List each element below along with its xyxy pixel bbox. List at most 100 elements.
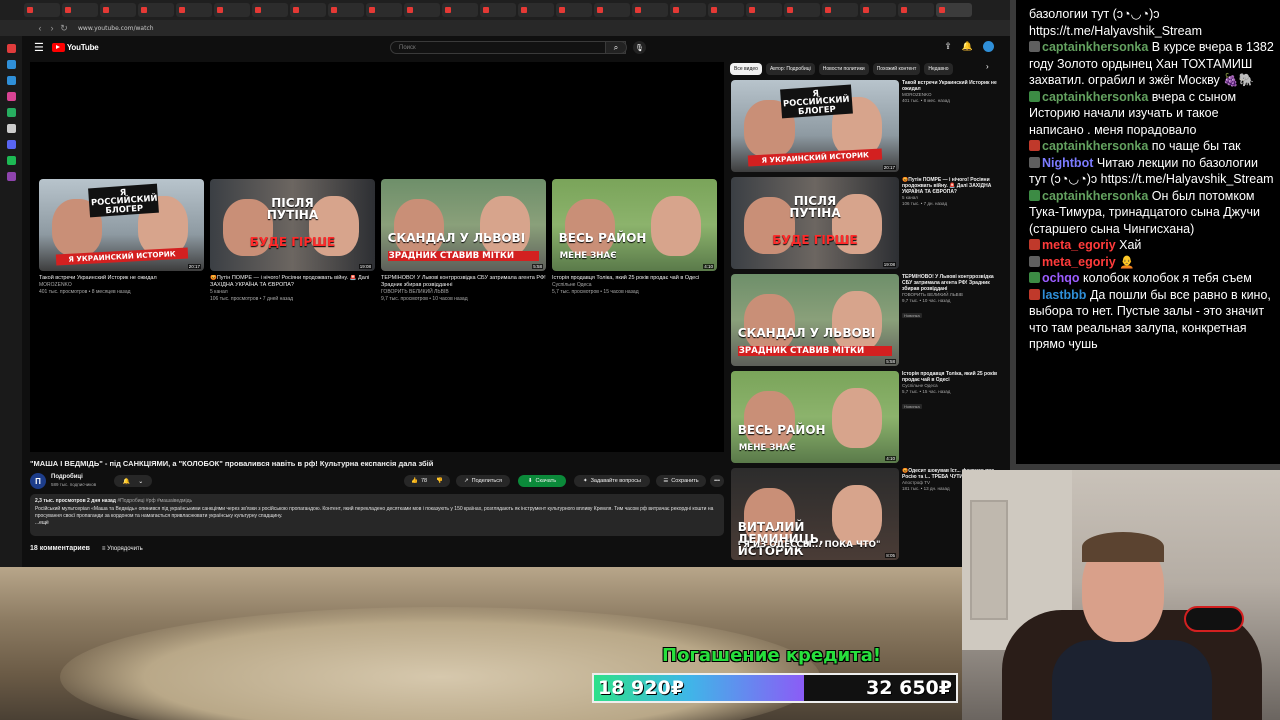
video-thumbnail[interactable]: Я РОССИЙСКИЙ БЛОГЕР Я УКРАИНСКИЙ ИСТОРИК 2… — [39, 179, 204, 271]
browser-tab[interactable] — [176, 3, 212, 17]
related-video[interactable]: ВЕСЬ РАЙОН МЕНЕ ЗНАЄ 4:10 Історія продавця … — [731, 371, 1001, 463]
related-video[interactable]: Я РОССИЙСКИЙ БЛОГЕР Я УКРАИНСКИЙ ИСТОРИК 2… — [731, 80, 1001, 172]
app-icon[interactable] — [6, 76, 16, 85]
youtube-logo[interactable]: YouTube — [51, 42, 99, 52]
reload-icon[interactable]: ↻ — [58, 23, 70, 34]
endscreen-channel[interactable]: ГОВОРИТЬ ВЕЛИКИЙ ЛЬВІВ — [381, 289, 546, 296]
browser-tab[interactable] — [442, 3, 478, 17]
browser-tab[interactable] — [518, 3, 554, 17]
related-title[interactable]: 😡Путін ПОМРЕ — і нічого! Росіяни продожв… — [902, 177, 999, 195]
filter-chip[interactable]: Похожий контент — [872, 63, 921, 75]
chevron-right-icon[interactable]: › — [986, 62, 989, 71]
endscreen-title[interactable]: ТЕРМІНОВО! У Львові контррозвідка СБУ за… — [381, 275, 546, 289]
chat-username[interactable]: meta_egoriy — [1042, 238, 1116, 252]
app-icon[interactable] — [6, 124, 16, 133]
search-button[interactable]: ⌕ — [605, 41, 627, 54]
filter-chip[interactable]: Недавно — [924, 63, 953, 75]
address-bar[interactable]: ‹ › ↻ www.youtube.com/watch — [0, 20, 1010, 36]
show-more-link[interactable]: ...ещё — [35, 520, 719, 526]
description-box[interactable]: 2,3 тыс. просмотров 2 дня назад #Подроби… — [30, 494, 724, 536]
hashtags[interactable]: #Подробиці #рф #машаіведмідь — [117, 498, 192, 504]
video-thumbnail[interactable]: ВИТАЛИЙ ДЕМИНИЦЬ, ИСТОРИК "Я ИЗ ОДЕССЫ...… — [731, 468, 899, 560]
endscreen-card[interactable]: ВЕСЬ РАЙОН МЕНЕ ЗНАЄ 4:10 Історія продавця … — [552, 179, 717, 296]
browser-tab[interactable] — [366, 3, 402, 17]
channel-name[interactable]: Подробиці — [51, 474, 83, 480]
app-icon[interactable] — [6, 156, 16, 165]
browser-tab[interactable] — [708, 3, 744, 17]
browser-tab[interactable] — [62, 3, 98, 17]
chat-username[interactable]: ochqo — [1042, 271, 1080, 285]
browser-tab[interactable] — [290, 3, 326, 17]
endscreen-card[interactable]: Я РОССИЙСКИЙ БЛОГЕР Я УКРАИНСКИЙ ИСТОРИК 2… — [39, 179, 204, 296]
sort-comments-button[interactable]: ≡ Упорядочить — [102, 546, 143, 552]
video-thumbnail[interactable]: Я РОССИЙСКИЙ БЛОГЕР Я УКРАИНСКИЙ ИСТОРИК 2… — [731, 80, 899, 172]
thumbs-down-icon[interactable]: 👎 — [436, 478, 443, 484]
subscribe-bell-button[interactable]: 🔔 ⌄ — [114, 475, 152, 487]
browser-tab[interactable] — [746, 3, 782, 17]
related-title[interactable]: Історія продавця Толіка, який 25 років п… — [902, 371, 999, 383]
app-icon[interactable] — [6, 108, 16, 117]
browser-tab[interactable] — [860, 3, 896, 17]
browser-tab[interactable] — [632, 3, 668, 17]
endscreen-title[interactable]: Історія продавця Толіка, який 25 років п… — [552, 275, 717, 282]
browser-tab[interactable] — [936, 3, 972, 17]
channel-avatar[interactable]: П — [30, 473, 46, 489]
video-thumbnail[interactable]: ВЕСЬ РАЙОН МЕНЕ ЗНАЄ 4:10 — [731, 371, 899, 463]
endscreen-channel[interactable]: 5 канал — [210, 289, 375, 296]
download-button[interactable]: ⬇ Скачать — [518, 475, 566, 487]
video-thumbnail[interactable]: ПІСЛЯ ПУТІНА БУДЕ ГІРШЕ 19:08 — [731, 177, 899, 269]
app-icon[interactable] — [6, 44, 16, 53]
browser-tab[interactable] — [556, 3, 592, 17]
browser-tab[interactable] — [822, 3, 858, 17]
share-button[interactable]: ↗ Поделиться — [456, 475, 510, 487]
chat-username[interactable]: meta_egoriy — [1042, 255, 1116, 269]
endscreen-card[interactable]: СКАНДАЛ У ЛЬВОВІ ЗРАДНИК СТАВИВ МІТКИ 5:58… — [381, 179, 546, 303]
browser-tab[interactable] — [24, 3, 60, 17]
related-video[interactable]: ВИТАЛИЙ ДЕМИНИЦЬ, ИСТОРИК "Я ИЗ ОДЕССЫ...… — [731, 468, 1001, 560]
related-video[interactable]: ПІСЛЯ ПУТІНА БУДЕ ГІРШЕ 19:08 😡Путін ПОМРЕ … — [731, 177, 1001, 269]
browser-tab[interactable] — [404, 3, 440, 17]
more-actions-button[interactable]: ••• — [710, 475, 724, 487]
browser-tab[interactable] — [252, 3, 288, 17]
browser-tab[interactable] — [328, 3, 364, 17]
chat-username[interactable]: Nightbot — [1042, 156, 1093, 170]
app-icon[interactable] — [6, 92, 16, 101]
chat-username[interactable]: captainkhersonka — [1042, 189, 1148, 203]
chat-username[interactable]: captainkhersonka — [1042, 40, 1148, 54]
video-thumbnail[interactable]: ПІСЛЯ ПУТІНА БУДЕ ГІРШЕ 19:08 — [210, 179, 375, 271]
video-thumbnail[interactable]: СКАНДАЛ У ЛЬВОВІ ЗРАДНИК СТАВИВ МІТКИ 5:58 — [731, 274, 899, 366]
filter-chip[interactable]: Новости политики — [818, 63, 869, 75]
browser-tab[interactable] — [898, 3, 934, 17]
endscreen-title[interactable]: 😡Путін ПОМРЕ — і нічого! Росіяни продожв… — [210, 275, 375, 289]
voice-search-button[interactable]: 🎙 — [633, 41, 646, 54]
video-player[interactable]: Я РОССИЙСКИЙ БЛОГЕР Я УКРАИНСКИЙ ИСТОРИК 2… — [30, 62, 724, 452]
browser-tab[interactable] — [784, 3, 820, 17]
search-input[interactable]: Поиск ⌨ — [390, 41, 626, 54]
chat-username[interactable]: captainkhersonka — [1042, 139, 1148, 153]
notifications-icon[interactable]: 🔔 — [962, 41, 973, 52]
related-video[interactable]: СКАНДАЛ У ЛЬВОВІ ЗРАДНИК СТАВИВ МІТКИ 5:58… — [731, 274, 1001, 366]
app-icon[interactable] — [6, 172, 16, 181]
browser-tab[interactable] — [100, 3, 136, 17]
endscreen-channel[interactable]: Суспільне Одеса — [552, 282, 717, 289]
app-icon[interactable] — [6, 60, 16, 69]
like-button[interactable]: 👍 78 👎 — [404, 475, 450, 487]
app-icon[interactable] — [6, 140, 16, 149]
related-title[interactable]: ТЕРМІНОВО! У Львові контррозвідка СБУ за… — [902, 274, 999, 292]
endscreen-card[interactable]: ПІСЛЯ ПУТІНА БУДЕ ГІРШЕ 19:08 😡Путін ПОМРЕ … — [210, 179, 375, 303]
url-text[interactable]: www.youtube.com/watch — [78, 25, 154, 32]
browser-tab[interactable] — [214, 3, 250, 17]
chat-username[interactable]: captainkhersonka — [1042, 90, 1148, 104]
upload-icon[interactable]: ⇪ — [944, 41, 952, 52]
endscreen-title[interactable]: Такой встречи Украинский Историк не ожид… — [39, 275, 204, 282]
browser-tab[interactable] — [138, 3, 174, 17]
avatar[interactable] — [983, 41, 994, 52]
browser-tab[interactable] — [670, 3, 706, 17]
menu-icon[interactable]: ☰ — [34, 41, 44, 54]
endscreen-channel[interactable]: MOROZENKO — [39, 282, 204, 289]
browser-tab[interactable] — [480, 3, 516, 17]
related-title[interactable]: Такой встречи Украинский Историк не ожид… — [902, 80, 999, 92]
filter-chip[interactable]: Автор: Подробиці — [765, 63, 815, 75]
video-thumbnail[interactable]: СКАНДАЛ У ЛЬВОВІ ЗРАДНИК СТАВИВ МІТКИ 5:58 — [381, 179, 546, 271]
forward-icon[interactable]: › — [46, 23, 58, 33]
